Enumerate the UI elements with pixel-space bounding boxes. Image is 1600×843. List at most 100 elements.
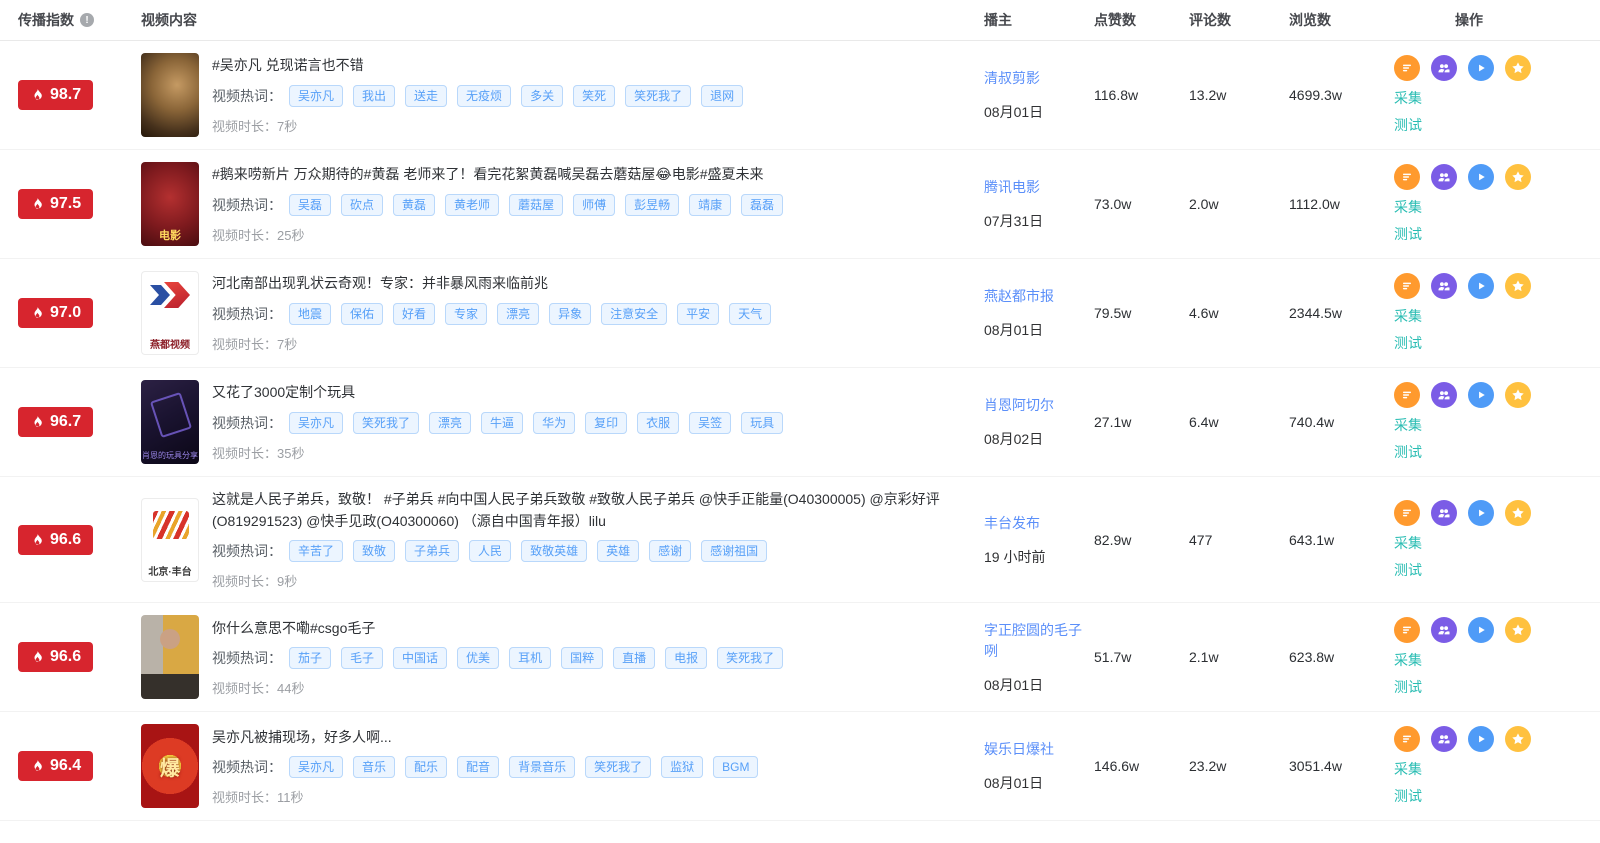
detail-list-icon[interactable] [1394, 382, 1420, 408]
hot-word-tag[interactable]: 耳机 [509, 647, 552, 670]
hot-word-tag[interactable]: 辛苦了 [289, 540, 344, 563]
video-title[interactable]: 这就是人民子弟兵，致敬！ #子弟兵 #向中国人民子弟兵致敬 #致敬人民子弟兵 @… [212, 489, 964, 532]
audience-analysis-icon[interactable] [1431, 726, 1457, 753]
video-title[interactable]: 河北南部出现乳状云奇观！专家：并非暴风雨来临前兆 [212, 273, 964, 295]
hot-word-tag[interactable]: 吴磊 [289, 193, 332, 216]
detail-list-icon[interactable] [1394, 726, 1420, 753]
hot-word-tag[interactable]: 复印 [585, 411, 628, 434]
video-title[interactable]: #鹅来唠新片 万众期待的#黄磊 老师来了！看完花絮黄磊喊吴磊去蘑菇屋😂电影#盛夏… [212, 164, 964, 186]
detail-list-icon[interactable] [1394, 164, 1420, 190]
favorite-star-icon[interactable] [1505, 164, 1531, 190]
hot-word-tag[interactable]: 黄老师 [445, 193, 500, 216]
favorite-star-icon[interactable] [1505, 726, 1531, 753]
video-thumbnail[interactable] [141, 53, 199, 137]
hot-word-tag[interactable]: 吴签 [689, 411, 732, 434]
video-title[interactable]: 又花了3000定制个玩具 [212, 382, 964, 404]
video-thumbnail[interactable]: 燕都视频 [141, 271, 199, 355]
hot-word-tag[interactable]: 彭昱畅 [625, 193, 680, 216]
hot-word-tag[interactable]: 优美 [457, 647, 500, 670]
hot-word-tag[interactable]: 异象 [549, 302, 592, 325]
hot-word-tag[interactable]: 吴亦凡 [289, 84, 344, 107]
test-link[interactable]: 测试 [1394, 115, 1422, 135]
audience-analysis-icon[interactable] [1431, 273, 1457, 299]
collect-link[interactable]: 采集 [1394, 533, 1422, 553]
hot-word-tag[interactable]: 平安 [677, 302, 720, 325]
hot-word-tag[interactable]: 监狱 [661, 756, 704, 779]
audience-analysis-icon[interactable] [1431, 382, 1457, 408]
video-title[interactable]: 你什么意思不嘞#csgo毛子 [212, 618, 964, 640]
hot-word-tag[interactable]: 天气 [729, 302, 772, 325]
author-link[interactable]: 丰台发布 [984, 513, 1094, 534]
video-thumbnail[interactable]: 肖恩的玩具分享 [141, 380, 199, 464]
audience-analysis-icon[interactable] [1431, 55, 1457, 81]
test-link[interactable]: 测试 [1394, 786, 1422, 806]
hot-word-tag[interactable]: 感谢祖国 [701, 540, 768, 563]
hot-word-tag[interactable]: 致敬 [353, 540, 396, 563]
video-thumbnail[interactable] [141, 615, 199, 700]
collect-link[interactable]: 采集 [1394, 650, 1422, 670]
hot-word-tag[interactable]: 毛子 [341, 647, 384, 670]
hot-word-tag[interactable]: 笑死我了 [625, 84, 692, 107]
hot-word-tag[interactable]: 漂亮 [497, 302, 540, 325]
hot-word-tag[interactable]: 致敬英雄 [521, 540, 588, 563]
hot-word-tag[interactable]: 退网 [701, 84, 744, 107]
favorite-star-icon[interactable] [1505, 499, 1531, 526]
favorite-star-icon[interactable] [1505, 382, 1531, 408]
video-title[interactable]: #吴亦凡 兑现诺言也不错 [212, 55, 964, 77]
detail-list-icon[interactable] [1394, 617, 1420, 644]
audience-analysis-icon[interactable] [1431, 499, 1457, 526]
hot-word-tag[interactable]: 子弟兵 [405, 540, 460, 563]
hot-word-tag[interactable]: 好看 [393, 302, 436, 325]
hot-word-tag[interactable]: 保佑 [341, 302, 384, 325]
hot-word-tag[interactable]: 华为 [533, 411, 576, 434]
hot-word-tag[interactable]: 人民 [469, 540, 512, 563]
hot-word-tag[interactable]: 砍点 [341, 193, 384, 216]
play-video-icon[interactable] [1468, 617, 1494, 644]
hot-word-tag[interactable]: 配音 [457, 756, 500, 779]
test-link[interactable]: 测试 [1394, 442, 1422, 462]
hot-word-tag[interactable]: 英雄 [597, 540, 640, 563]
hot-word-tag[interactable]: 玩具 [741, 411, 784, 434]
hot-word-tag[interactable]: 电报 [665, 647, 708, 670]
author-link[interactable]: 腾讯电影 [984, 177, 1094, 198]
hot-word-tag[interactable]: 衣服 [637, 411, 680, 434]
hot-word-tag[interactable]: 笑死 [573, 84, 616, 107]
collect-link[interactable]: 采集 [1394, 197, 1422, 217]
hot-word-tag[interactable]: 无疫烦 [457, 84, 512, 107]
test-link[interactable]: 测试 [1394, 333, 1422, 353]
detail-list-icon[interactable] [1394, 499, 1420, 526]
video-title[interactable]: 吴亦凡被捕现场，好多人啊... [212, 727, 964, 749]
author-link[interactable]: 娱乐日爆社 [984, 739, 1094, 760]
play-video-icon[interactable] [1468, 726, 1494, 753]
hot-word-tag[interactable]: 漂亮 [429, 411, 472, 434]
author-link[interactable]: 字正腔圆的毛子咧 [984, 620, 1094, 662]
hot-word-tag[interactable]: 吴亦凡 [289, 411, 344, 434]
detail-list-icon[interactable] [1394, 55, 1420, 81]
detail-list-icon[interactable] [1394, 273, 1420, 299]
hot-word-tag[interactable]: 磊磊 [741, 193, 784, 216]
hot-word-tag[interactable]: 笑死我了 [353, 411, 420, 434]
hot-word-tag[interactable]: 配乐 [405, 756, 448, 779]
author-link[interactable]: 肖恩阿切尔 [984, 395, 1094, 416]
hot-word-tag[interactable]: 专家 [445, 302, 488, 325]
play-video-icon[interactable] [1468, 55, 1494, 81]
author-link[interactable]: 燕赵都市报 [984, 286, 1094, 307]
hot-word-tag[interactable]: 我出 [353, 84, 396, 107]
hot-word-tag[interactable]: 吴亦凡 [289, 756, 344, 779]
audience-analysis-icon[interactable] [1431, 164, 1457, 190]
hot-word-tag[interactable]: 中国话 [393, 647, 448, 670]
hot-word-tag[interactable]: 国粹 [561, 647, 604, 670]
hot-word-tag[interactable]: 师傅 [573, 193, 616, 216]
hot-word-tag[interactable]: 靖康 [689, 193, 732, 216]
favorite-star-icon[interactable] [1505, 617, 1531, 644]
info-icon[interactable] [80, 13, 94, 27]
hot-word-tag[interactable]: 黄磊 [393, 193, 436, 216]
collect-link[interactable]: 采集 [1394, 415, 1422, 435]
collect-link[interactable]: 采集 [1394, 306, 1422, 326]
test-link[interactable]: 测试 [1394, 677, 1422, 697]
favorite-star-icon[interactable] [1505, 55, 1531, 81]
hot-word-tag[interactable]: 注意安全 [601, 302, 668, 325]
hot-word-tag[interactable]: 牛逼 [481, 411, 524, 434]
hot-word-tag[interactable]: 笑死我了 [585, 756, 652, 779]
audience-analysis-icon[interactable] [1431, 617, 1457, 644]
